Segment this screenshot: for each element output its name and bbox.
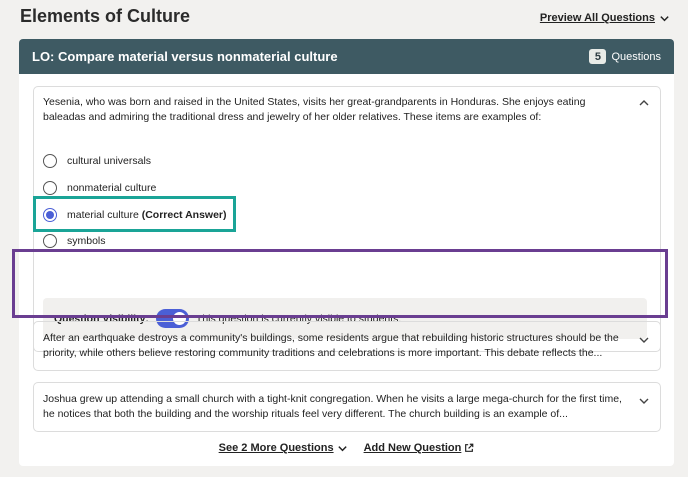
question-text: After an earthquake destroys a community… [43,332,619,359]
answer-option[interactable]: symbols [43,234,106,248]
chevron-down-icon[interactable] [637,394,651,408]
question-count-label: Questions [611,50,661,63]
option-label: nonmaterial culture [67,182,157,194]
add-new-label: Add New Question [363,442,462,454]
answer-option[interactable]: nonmaterial culture [43,181,156,195]
question-count-badge: 5 [589,49,607,64]
chevron-down-icon [660,15,669,21]
question-text: Joshua grew up attending a small church … [43,393,622,420]
see-more-questions-link[interactable]: See 2 More Questions [219,442,348,454]
lo-title: LO: Compare material versus nonmaterial … [32,49,338,64]
preview-all-label: Preview All Questions [539,12,655,24]
question-text: Yesenia, who was born and raised in the … [43,96,586,123]
answer-option[interactable]: cultural universals [43,154,151,168]
correct-answer-highlight [33,196,236,232]
preview-all-questions-link[interactable]: Preview All Questions [540,12,670,24]
radio-button[interactable] [43,234,57,248]
question-count: 5 Questions [589,49,661,64]
see-more-label: See 2 More Questions [218,442,334,454]
radio-button[interactable] [43,154,57,168]
question-card-collapsed[interactable]: After an earthquake destroys a community… [33,321,661,371]
external-link-icon [465,443,474,452]
question-card-collapsed[interactable]: Joshua grew up attending a small church … [33,382,661,432]
radio-button[interactable] [43,181,57,195]
page-title: Elements of Culture [20,6,191,26]
chevron-down-icon [337,445,347,451]
chevron-down-icon[interactable] [637,333,651,347]
option-label: symbols [67,235,106,247]
add-new-question-link[interactable]: Add New Question [364,442,475,454]
lo-header: LO: Compare material versus nonmaterial … [19,39,674,74]
visibility-highlight [12,249,668,318]
option-label: cultural universals [67,155,152,167]
chevron-up-icon[interactable] [637,96,651,110]
footer-links: See 2 More Questions Add New Question [19,442,674,454]
